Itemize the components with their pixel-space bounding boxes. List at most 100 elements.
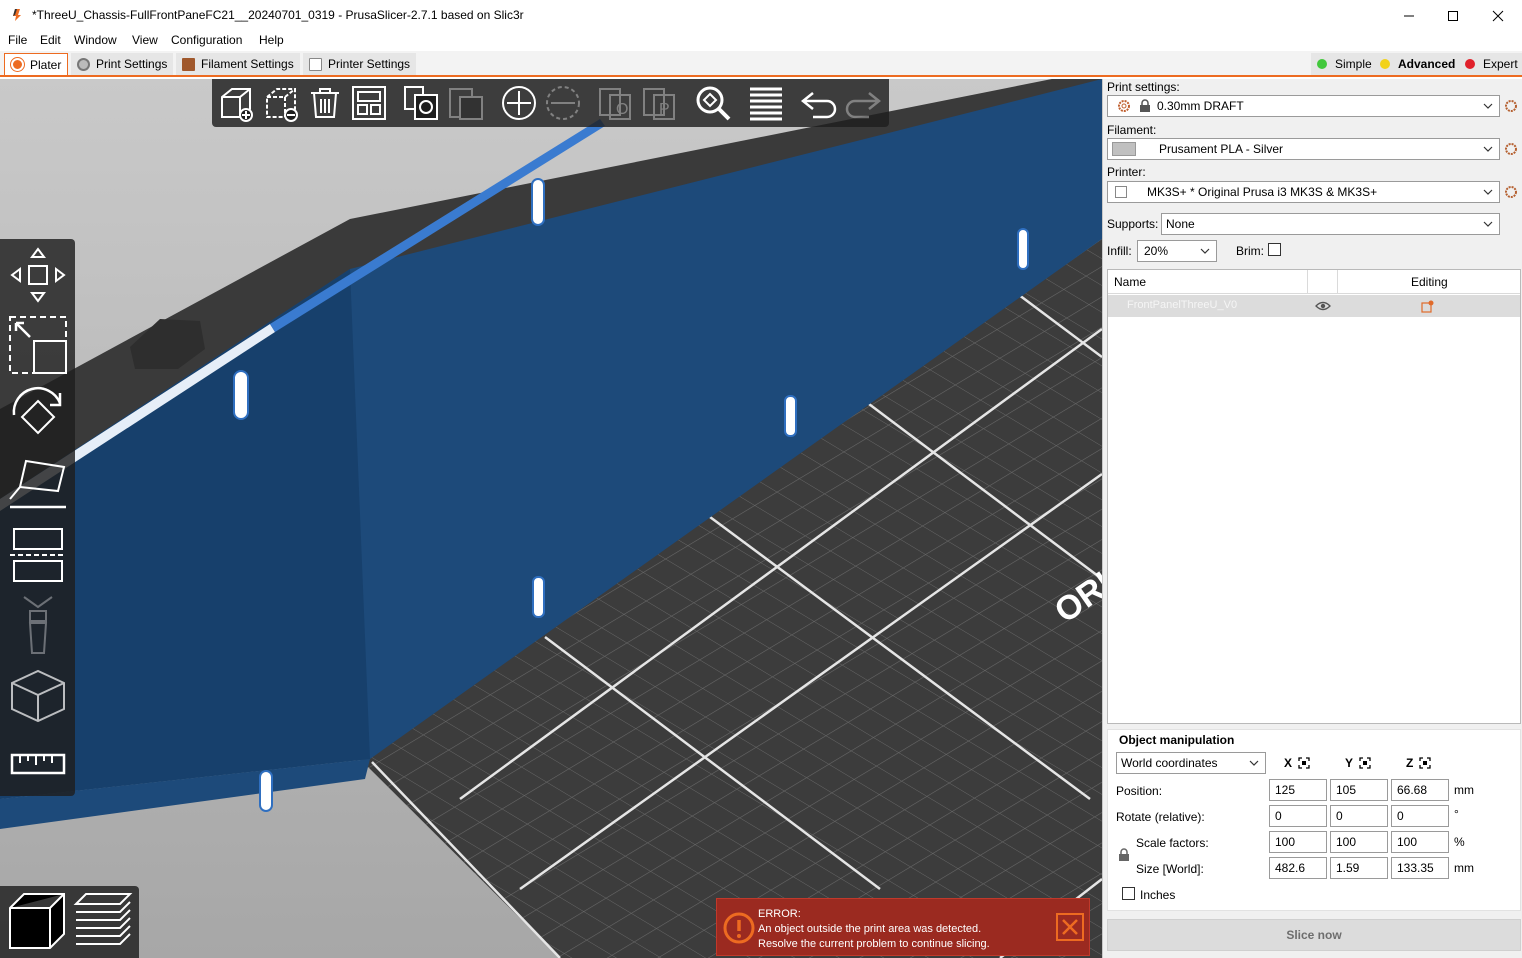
menu-view[interactable]: View [132,33,158,47]
place-on-face-tool-button[interactable] [6,453,70,517]
error-heading: ERROR: [758,908,801,920]
maximize-button[interactable] [1430,0,1476,31]
undo-button[interactable] [799,83,839,123]
drop-to-bed-icon[interactable] [1298,757,1310,769]
seam-paint-tool-button[interactable] [6,663,70,727]
filament-combo[interactable]: Prusament PLA - Silver [1107,138,1500,160]
printer-icon [1115,186,1127,198]
rotate-tool-button[interactable] [6,383,70,447]
size-y-input[interactable]: 1.59 [1330,857,1388,879]
drop-to-bed-icon[interactable] [1359,757,1371,769]
coordinate-system-combo[interactable]: World coordinates [1116,752,1266,774]
support-paint-tool-button[interactable] [6,593,70,657]
menu-configuration[interactable]: Configuration [171,33,242,47]
paste-button[interactable] [446,83,486,123]
delete-button[interactable] [261,83,301,123]
scale-tool-button[interactable] [6,313,70,377]
3d-view-button[interactable] [6,890,68,952]
printer-combo[interactable]: MK3S+ * Original Prusa i3 MK3S & MK3S+ [1107,181,1500,203]
menu-file[interactable]: File [8,33,27,47]
menu-edit[interactable]: Edit [40,33,61,47]
position-y-input[interactable]: 105 [1330,779,1388,801]
add-instance-button[interactable] [499,83,539,123]
filament-gear-icon[interactable] [1504,142,1518,156]
measure-tool-button[interactable] [6,733,70,797]
size-z-input[interactable]: 133.35 [1391,857,1449,879]
close-button[interactable] [1475,0,1521,31]
size-x-input[interactable]: 482.6 [1269,857,1327,879]
col-editing-header[interactable]: Editing [1411,275,1448,289]
scale-unit: % [1454,835,1465,849]
edit-icon[interactable] [1421,299,1435,313]
menu-help[interactable]: Help [259,33,284,47]
tab-filament-settings[interactable]: Filament Settings [176,53,300,75]
arrange-button[interactable] [349,83,389,123]
scale-y-input[interactable]: 100 [1330,831,1388,853]
layers-editing-button[interactable] [746,83,786,123]
object-row[interactable]: FrontPanelThreeU_V0 [1108,295,1520,317]
scale-x-input[interactable]: 100 [1269,831,1327,853]
minimize-button[interactable] [1386,0,1432,31]
top-toolbar: O P [212,79,889,127]
split-parts-button[interactable]: P [640,83,680,123]
add-instance-icon [502,86,536,120]
close-icon [1492,10,1504,21]
col-name-header[interactable]: Name [1114,275,1146,289]
error-line-1: An object outside the print area was det… [758,923,982,935]
mode-expert-button[interactable]: Expert [1459,53,1522,75]
cut-tool-button[interactable] [6,523,70,587]
support-paint-icon [23,596,53,654]
printer-gear-icon[interactable] [1504,185,1518,199]
rotate-y-input[interactable]: 0 [1330,805,1388,827]
position-x-input[interactable]: 125 [1269,779,1327,801]
infill-combo[interactable]: 20% [1137,240,1217,262]
delete-all-button[interactable] [305,83,345,123]
tab-plater[interactable]: Plater [4,53,69,75]
object-name: FrontPanelThreeU_V0 [1127,299,1238,311]
tab-print-settings[interactable]: Print Settings [71,53,174,75]
error-text: ERROR: An object outside the print area … [758,907,990,952]
drop-to-bed-icon[interactable] [1419,757,1431,769]
copy-button[interactable] [401,83,441,123]
split-objects-button[interactable]: O [596,83,636,123]
slice-now-button[interactable]: Slice now [1107,919,1521,951]
add-icon [221,88,253,122]
3d-scene-canvas[interactable]: ORI O P ERROR: An object outside the pri… [0,79,1102,958]
position-z-input[interactable]: 66.68 [1391,779,1449,801]
add-button[interactable] [216,83,256,123]
coordinate-system-value: World coordinates [1121,756,1218,770]
print-settings-label: Print settings: [1107,80,1180,94]
search-button[interactable] [693,83,733,123]
title-bar: *ThreeU_Chassis-FullFrontPaneFC21__20240… [0,0,1522,31]
menu-bar: File Edit Window View Configuration Help [0,31,1522,51]
mode-advanced-button[interactable]: Advanced [1374,53,1462,75]
rotate-icon [12,386,62,435]
lock-icon [1140,99,1150,112]
move-tool-button[interactable] [6,243,70,307]
print-settings-combo[interactable]: 0.30mm DRAFT [1107,95,1500,117]
remove-instance-button[interactable] [543,83,583,123]
redo-button[interactable] [843,83,883,123]
expert-dot-icon [1465,59,1475,69]
brim-checkbox[interactable] [1268,243,1281,256]
filament-value: Prusament PLA - Silver [1159,142,1284,156]
object-manipulation-title: Object manipulation [1119,733,1235,747]
delete-all-icon [311,88,339,118]
error-close-button[interactable] [1056,913,1084,941]
tab-printer-settings[interactable]: Printer Settings [303,53,417,75]
preview-button[interactable] [72,890,134,952]
inches-checkbox[interactable] [1122,887,1135,900]
supports-combo[interactable]: None [1161,213,1500,235]
rotate-label: Rotate (relative): [1116,810,1205,824]
infill-value: 20% [1144,244,1169,258]
lock-icon[interactable] [1118,848,1130,862]
menu-window[interactable]: Window [74,33,117,47]
scale-z-input[interactable]: 100 [1391,831,1449,853]
eye-icon[interactable] [1315,300,1331,312]
rotate-z-input[interactable]: 0 [1391,805,1449,827]
search-icon [696,86,731,121]
rotate-x-input[interactable]: 0 [1269,805,1327,827]
print-settings-gear-icon[interactable] [1504,99,1518,113]
mode-simple-button[interactable]: Simple [1311,53,1378,75]
scale-label: Scale factors: [1136,836,1209,850]
